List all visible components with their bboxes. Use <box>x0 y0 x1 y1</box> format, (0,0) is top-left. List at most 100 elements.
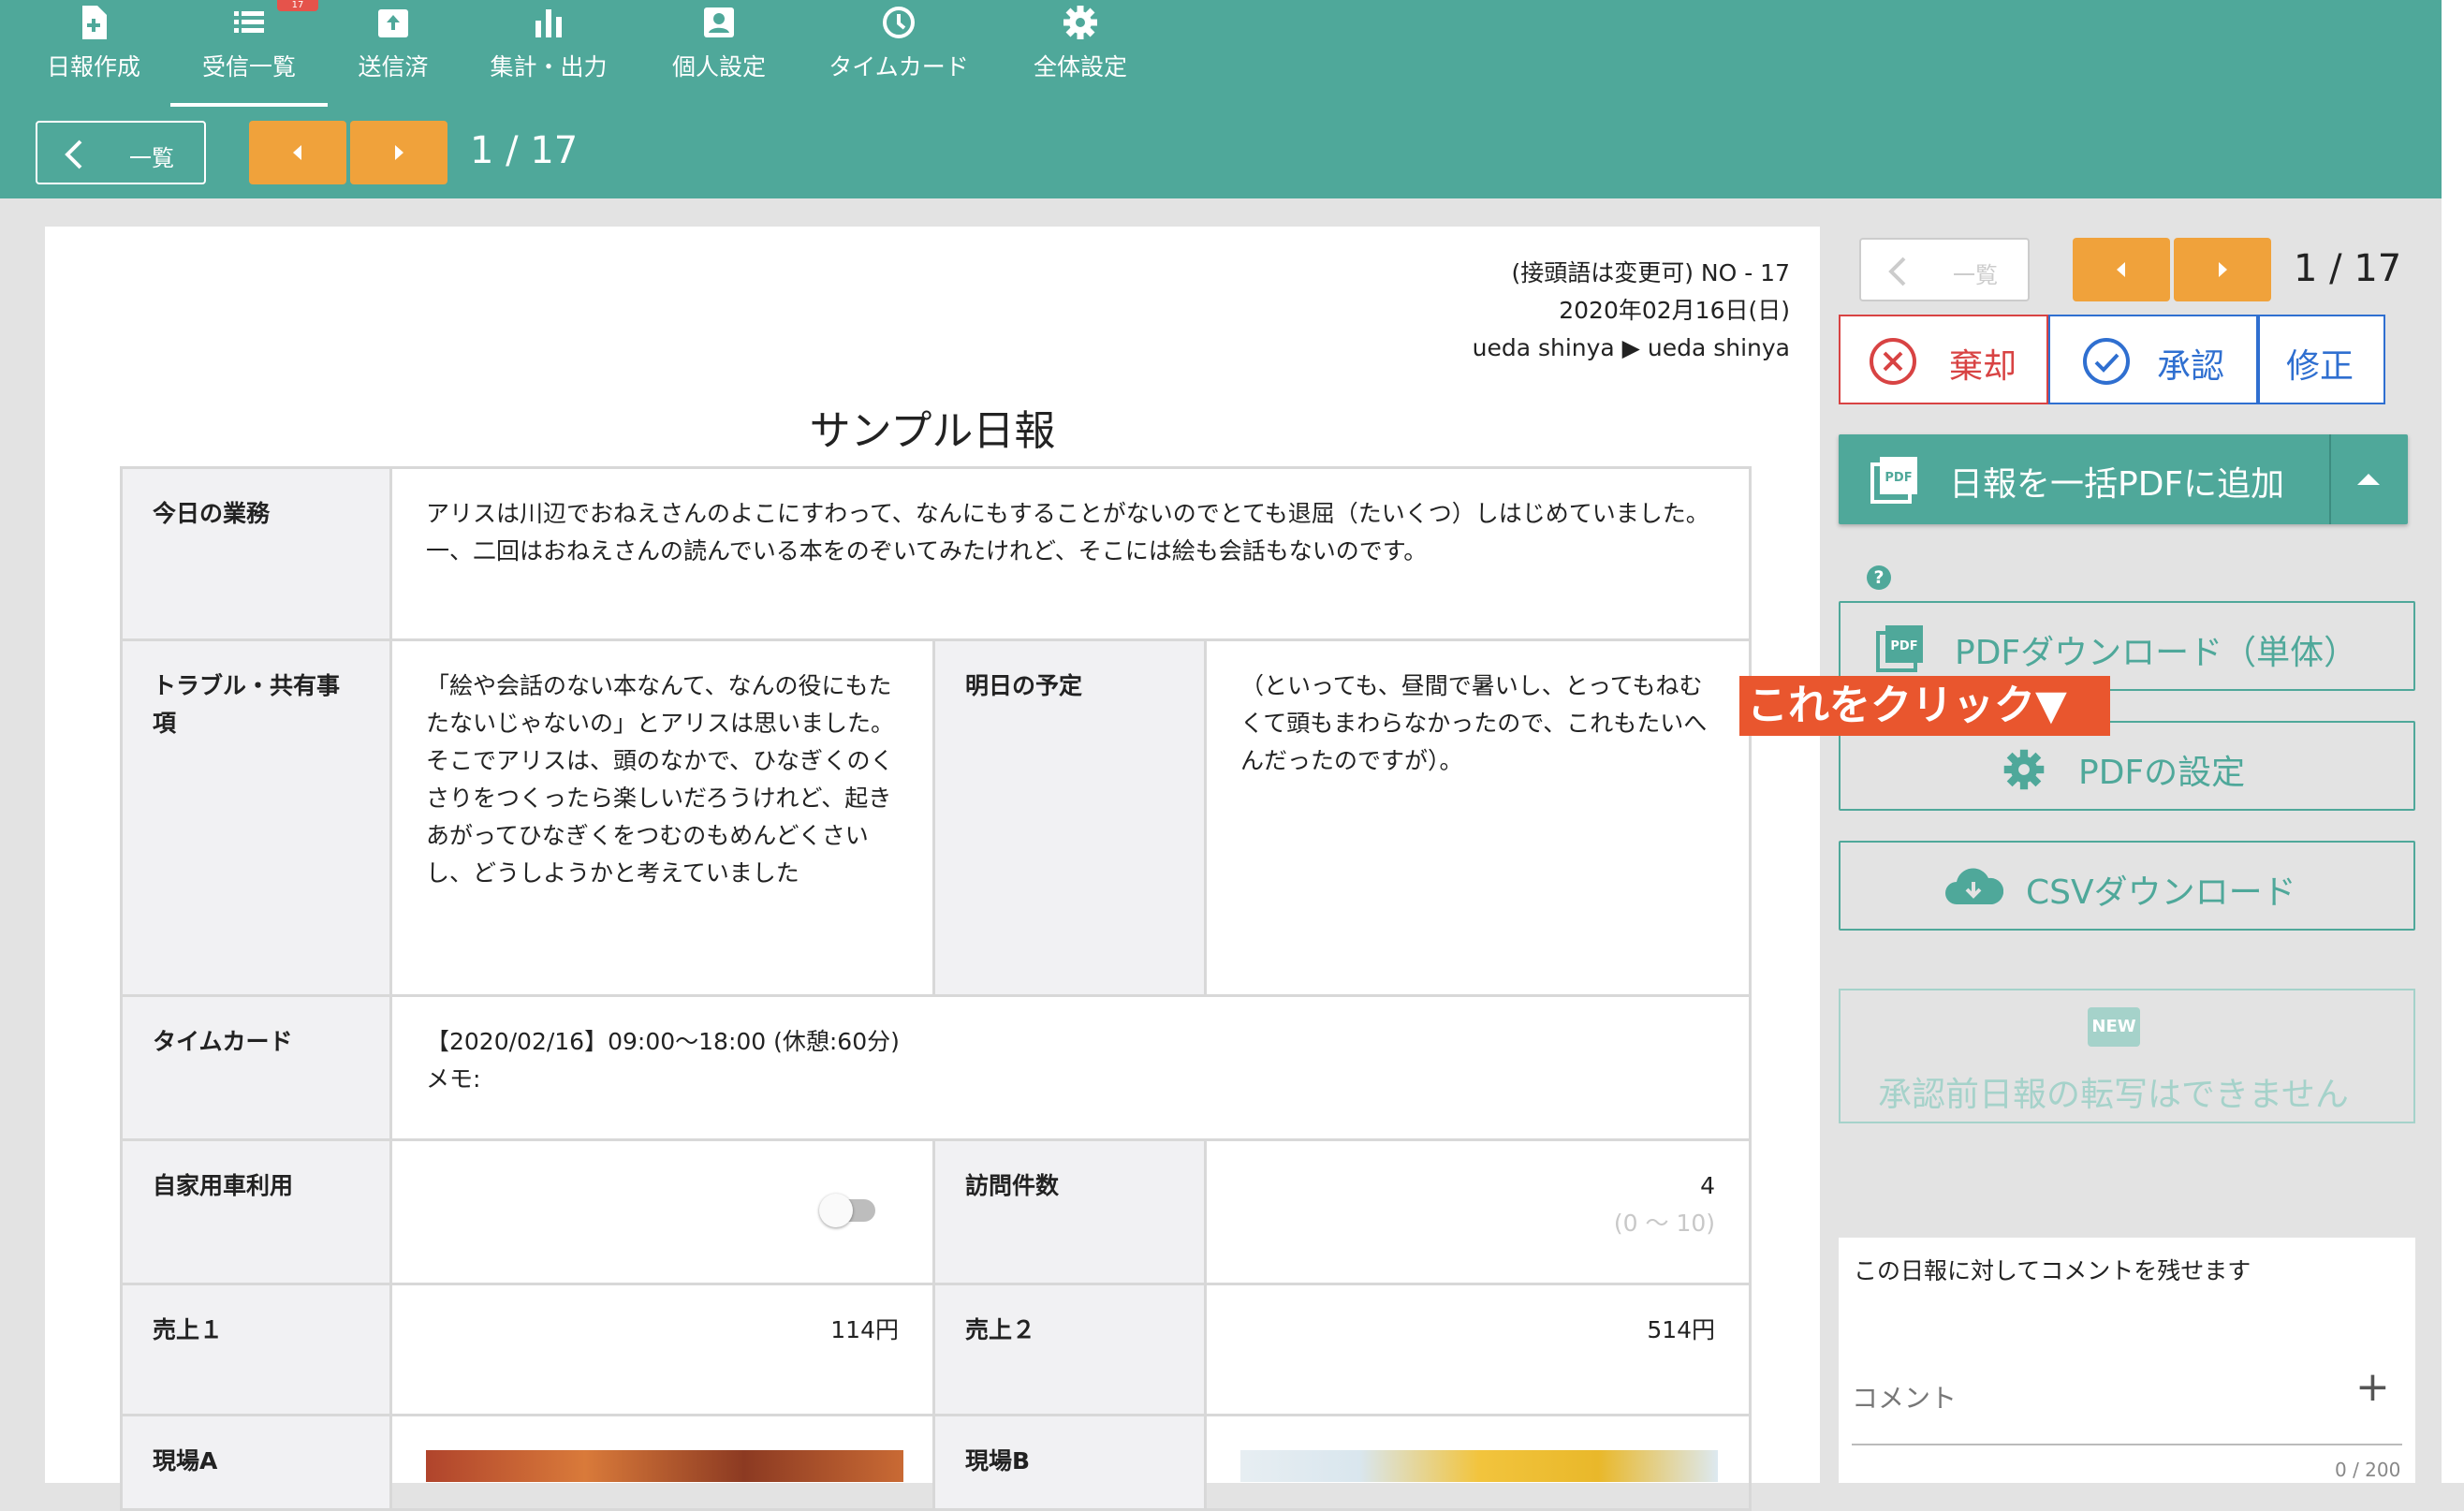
site-b-photo-cell <box>1203 1414 1753 1511</box>
nav-create-report[interactable]: 日報作成 <box>24 0 163 105</box>
car-use-cell <box>389 1138 935 1285</box>
report-table: 今日の業務 アリスは川辺でおねえさんのよこにすわって、なんにもすることがないので… <box>120 466 1753 1511</box>
pdf-settings-label: PDFの設定 <box>2078 754 2246 792</box>
report-route: ueda shinya ▶ ueda shinya <box>1472 334 1790 361</box>
report-date: 2020年02月16日(日) <box>1559 297 1790 324</box>
check-circle-icon <box>2083 338 2130 385</box>
close-circle-icon <box>1870 338 1916 385</box>
timecard-line: 【2020/02/16】09:00〜18:00 (休憩:60分) <box>426 1028 900 1055</box>
nav-timecard[interactable]: タイムカード <box>824 0 974 105</box>
field-label: タイムカード <box>120 994 392 1141</box>
csv-label: CSVダウンロード <box>2026 873 2296 912</box>
site-a-photo-cell <box>389 1414 935 1511</box>
reject-label: 棄却 <box>1949 347 2017 386</box>
clock-icon <box>883 7 915 38</box>
cloud-download-icon <box>1945 868 2003 904</box>
chart-icon <box>535 9 562 37</box>
report-title: サンプル日報 <box>809 407 1056 455</box>
svg-text:PDF: PDF <box>1890 639 1917 653</box>
timecard-memo: メモ: <box>426 1065 481 1093</box>
click-here-callout: これをクリック▼ <box>1739 676 2110 736</box>
field-label: 自家用車利用 <box>120 1138 392 1285</box>
car-use-toggle[interactable] <box>819 1194 875 1227</box>
panel-next-button[interactable] <box>2174 238 2271 301</box>
caret-left-icon <box>2117 262 2125 277</box>
trouble-text: 「絵や会話のない本なんて、なんの役にもたたないじゃないの」とアリスは思いました。… <box>389 638 935 997</box>
help-icon[interactable]: ? <box>1867 565 1891 590</box>
gear-icon <box>2003 749 2045 790</box>
visits-range: (0 〜 10) <box>1613 1210 1716 1237</box>
nav-label: 全体設定 <box>1033 53 1127 81</box>
nav-sent[interactable]: 送信済 <box>341 0 446 105</box>
nav-label: 集計・出力 <box>490 53 608 81</box>
copy-report-button[interactable]: NEW 承認前日報の転写はできません <box>1839 989 2415 1123</box>
chevron-left-icon <box>1888 257 1906 286</box>
reject-button[interactable]: 棄却 <box>1839 315 2048 404</box>
list-icon <box>234 11 264 33</box>
pdf-download-label: PDFダウンロード（単体） <box>1955 634 2358 672</box>
nav-label: タイムカード <box>829 53 969 81</box>
comment-panel: この日報に対してコメントを残せます コメント + 0 / 200 <box>1839 1238 2415 1483</box>
comment-counter: 0 / 200 <box>2335 1459 2401 1481</box>
panel-prev-button[interactable] <box>2073 238 2170 301</box>
nav-inbox[interactable]: 受信一覧 <box>170 0 328 105</box>
active-tab-indicator <box>170 103 328 107</box>
field-label: 訪問件数 <box>932 1138 1207 1285</box>
timecard-value: 【2020/02/16】09:00〜18:00 (休憩:60分) メモ: <box>389 994 1753 1141</box>
svg-text:PDF: PDF <box>1885 471 1912 485</box>
panel-back-to-list-button[interactable]: 一覧 <box>1859 238 2030 301</box>
caret-up-icon[interactable] <box>2355 470 2382 489</box>
today-tasks-text: アリスは川辺でおねえさんのよこにすわって、なんにもすることがないのでとても退屈（… <box>389 466 1753 641</box>
add-comment-icon[interactable]: + <box>2355 1363 2390 1411</box>
field-label: 現場B <box>932 1414 1207 1511</box>
page-edge <box>2442 0 2464 1483</box>
comment-hint: この日報に対してコメントを残せます <box>1854 1257 2251 1284</box>
copy-disabled-label: 承認前日報の転写はできません <box>1878 1076 2349 1114</box>
nav-label: 日報作成 <box>46 53 140 81</box>
person-card-icon <box>704 7 734 37</box>
split-separator <box>2329 434 2331 524</box>
tomorrow-plan-text: （といっても、昼間で暑いし、とってもねむくて頭もまわらなかったので、これもたいへ… <box>1203 638 1753 997</box>
report-meta: (接頭語は変更可) NO - 17 2020年02月16日(日) ueda sh… <box>1473 255 1790 367</box>
pdf-icon: PDF <box>1870 457 1917 504</box>
chevron-left-icon <box>65 139 82 169</box>
pdf-add-label: 日報を一括PDFに追加 <box>1949 465 2285 504</box>
gear-icon <box>1063 6 1097 39</box>
nav-personal-settings[interactable]: 個人設定 <box>667 0 771 105</box>
field-label: 売上１ <box>120 1283 392 1416</box>
caret-left-icon <box>293 145 301 160</box>
panel-pager-count: 1 / 17 <box>2294 247 2402 290</box>
top-app-bar: 17 日報作成 受信一覧 送信済 集計・出力 個人設定 タイムカード 全体設定 … <box>0 0 2442 198</box>
field-label: 今日の業務 <box>120 466 392 641</box>
nav-label: 個人設定 <box>671 53 766 81</box>
back-to-list-button[interactable]: 一覧 <box>36 121 206 184</box>
field-label: トラブル・共有事項 <box>120 638 392 997</box>
field-label: 売上２ <box>932 1283 1207 1416</box>
next-report-button[interactable] <box>350 121 447 184</box>
sales1-value: 114円 <box>389 1283 935 1416</box>
field-label: 明日の予定 <box>932 638 1207 997</box>
new-report-icon <box>82 6 107 39</box>
approve-button[interactable]: 承認 <box>2048 315 2258 404</box>
csv-download-button[interactable]: CSVダウンロード <box>1839 841 2415 931</box>
prev-report-button[interactable] <box>249 121 346 184</box>
report-number: (接頭語は変更可) NO - 17 <box>1511 259 1790 286</box>
site-b-photo[interactable] <box>1240 1450 1718 1482</box>
visits-cell: 4 (0 〜 10) <box>1203 1138 1753 1285</box>
nav-label: 送信済 <box>358 53 429 81</box>
back-label: 一覧 <box>129 145 174 171</box>
nav-global-settings[interactable]: 全体設定 <box>1028 0 1133 105</box>
add-to-pdf-batch-button[interactable]: PDF 日報を一括PDFに追加 <box>1839 434 2408 524</box>
field-label: 現場A <box>120 1414 392 1511</box>
comment-field[interactable]: コメント <box>1852 1378 1957 1416</box>
comment-underline <box>1852 1444 2402 1445</box>
new-badge: NEW <box>2088 1007 2140 1047</box>
visits-value: 4 <box>1700 1172 1716 1199</box>
site-a-photo[interactable] <box>426 1450 903 1482</box>
approve-label: 承認 <box>2157 347 2225 386</box>
sales2-value: 514円 <box>1203 1283 1753 1416</box>
nav-aggregate[interactable]: 集計・出力 <box>481 0 616 105</box>
pdf-icon: PDF <box>1876 625 1923 672</box>
edit-button[interactable]: 修正 <box>2258 315 2385 404</box>
pager-count: 1 / 17 <box>470 129 579 172</box>
